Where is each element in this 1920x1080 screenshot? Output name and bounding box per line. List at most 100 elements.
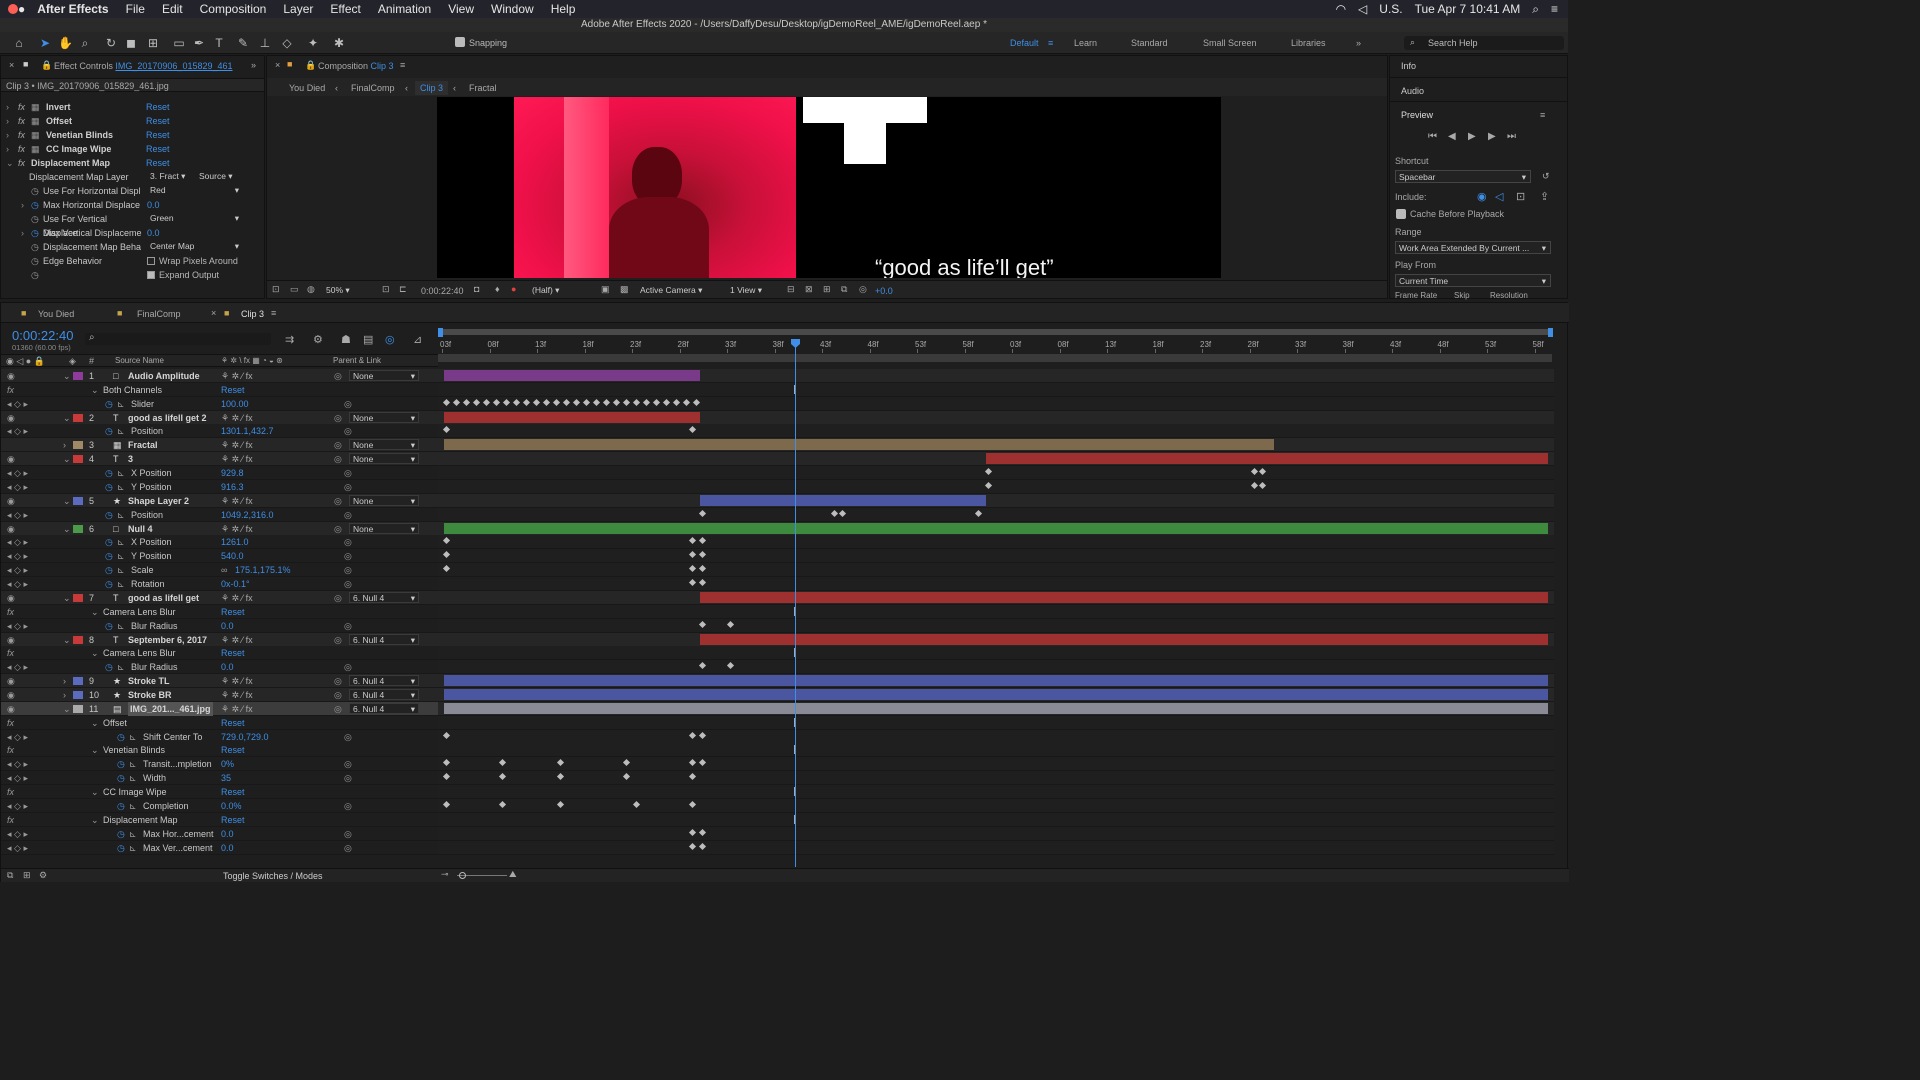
comp-mini-flowchart-icon[interactable]: ⇉ bbox=[285, 333, 294, 346]
property-value[interactable]: 540.0 bbox=[221, 549, 244, 563]
property-row[interactable]: ◂ ◇ ▸ ◷ ⊾ Width 35 ◎ bbox=[1, 771, 438, 786]
keyframe[interactable] bbox=[698, 828, 707, 836]
keyframe[interactable] bbox=[698, 537, 707, 545]
layer-duration-bar[interactable] bbox=[986, 453, 1548, 465]
snapping-checkbox[interactable] bbox=[455, 37, 465, 47]
graph-icon[interactable]: ⊾ bbox=[117, 397, 125, 411]
pickwhip-icon[interactable]: ◎ bbox=[334, 452, 342, 466]
stopwatch-icon[interactable]: ◷ bbox=[105, 535, 113, 549]
time-ruler[interactable]: 03f 08f 13f 18f 23f 28f 33f 38f 43f 48f 53f 58f 03f 0… bbox=[438, 327, 1555, 367]
expression-pickwhip-icon[interactable]: ◎ bbox=[344, 660, 352, 674]
pickwhip-icon[interactable]: ◎ bbox=[334, 702, 342, 716]
property-row[interactable]: ◂ ◇ ▸ ◷ ⊾ Slider 100.00 ◎ bbox=[1, 396, 438, 411]
graph-icon[interactable]: ⊾ bbox=[117, 466, 125, 480]
keyframe[interactable] bbox=[688, 800, 697, 809]
in-out-icon[interactable]: ⚙ bbox=[39, 870, 47, 881]
keyframe[interactable] bbox=[698, 551, 707, 559]
rotate-tool-icon[interactable]: ↻ bbox=[104, 36, 118, 50]
parent-select[interactable]: None ▾ bbox=[349, 370, 419, 381]
graph-icon[interactable]: ⊾ bbox=[129, 841, 137, 855]
search-help-field[interactable]: ⌕ Search Help bbox=[1404, 36, 1564, 50]
graph-icon[interactable]: ⊾ bbox=[129, 827, 137, 841]
visibility-eye-icon[interactable]: ◉ bbox=[7, 674, 15, 688]
collapse-arrow-icon[interactable]: ⌄ bbox=[91, 743, 99, 757]
keyframe[interactable] bbox=[442, 565, 451, 573]
layer-row[interactable]: ◉ ⌄ 8 T September 6, 2017 ⚘ ✲ ⁄ fx ◎ 6. Null 4 ▾ bbox=[1, 632, 438, 647]
stopwatch-icon[interactable]: ◷ bbox=[105, 508, 113, 522]
timeline-track[interactable] bbox=[438, 549, 1554, 564]
fx-icon[interactable]: fx bbox=[7, 716, 14, 730]
draft-3d-icon[interactable]: ⚙ bbox=[313, 333, 323, 346]
checkbox[interactable] bbox=[147, 257, 155, 265]
next-frame-icon[interactable]: ▶ bbox=[1488, 131, 1496, 142]
property-value[interactable]: 0.0% bbox=[221, 799, 242, 813]
collapse-arrow-icon[interactable]: ⌄ bbox=[63, 369, 71, 383]
collapse-arrow-icon[interactable]: ⌄ bbox=[63, 633, 71, 647]
app-menu[interactable]: After Effects bbox=[37, 2, 108, 16]
stopwatch-icon[interactable]: ◷ bbox=[117, 827, 125, 841]
fx-icon[interactable]: fx bbox=[7, 605, 14, 619]
parent-select[interactable]: None ▾ bbox=[349, 439, 419, 451]
effect-group-row[interactable]: fx ⌄ Venetian Blinds Reset bbox=[1, 743, 438, 758]
wifi-icon[interactable]: ◠ bbox=[1336, 2, 1346, 16]
keyframe[interactable] bbox=[532, 398, 541, 406]
more-workspaces-icon[interactable]: » bbox=[1356, 38, 1361, 48]
keyframe[interactable] bbox=[698, 620, 707, 628]
layer-duration-bar[interactable] bbox=[444, 689, 1548, 700]
color-channel-icon[interactable]: ● bbox=[511, 284, 516, 294]
fx-toggle-icon[interactable]: fx bbox=[18, 100, 25, 114]
apple-icon[interactable]: ● bbox=[18, 2, 25, 16]
collapse-arrow-icon[interactable]: ⌄ bbox=[63, 702, 71, 716]
zoom-slider-thumb[interactable] bbox=[459, 872, 466, 879]
keyframe[interactable] bbox=[652, 398, 661, 406]
layer-name[interactable]: Stroke TL bbox=[128, 674, 170, 688]
menu-composition[interactable]: Composition bbox=[200, 2, 267, 16]
expand-arrow-icon[interactable]: › bbox=[6, 114, 9, 128]
panel-overflow-icon[interactable]: » bbox=[251, 60, 256, 70]
expand-arrow-icon[interactable]: › bbox=[21, 198, 24, 212]
timeline-track[interactable] bbox=[438, 577, 1554, 592]
toggle-pixel-aspect-icon[interactable]: ⊟ bbox=[787, 284, 795, 295]
property-row[interactable]: ◂ ◇ ▸ ◷ ⊾ X Position 929.8 ◎ bbox=[1, 466, 438, 481]
close-panel-icon[interactable]: × bbox=[9, 60, 14, 70]
keyframe[interactable] bbox=[452, 398, 461, 406]
layer-row[interactable]: ◉ ⌄ 6 □ Null 4 ⚘ ✲ ⁄ fx ◎ None ▾ bbox=[1, 521, 438, 536]
label-color-swatch[interactable] bbox=[73, 455, 83, 464]
effect-property-value[interactable]: 0.0 bbox=[147, 226, 160, 240]
previous-frame-icon[interactable]: ◀ bbox=[1448, 131, 1456, 142]
stopwatch-icon[interactable]: ◷ bbox=[105, 619, 113, 633]
timeline-track[interactable] bbox=[438, 840, 1554, 855]
displacement-layer-select[interactable]: 3. Fract ▾ bbox=[147, 171, 193, 182]
keyframe[interactable] bbox=[1258, 468, 1267, 476]
expand-arrow-icon[interactable]: › bbox=[6, 100, 9, 114]
stopwatch-icon[interactable]: ◷ bbox=[31, 226, 39, 240]
stopwatch-icon[interactable]: ◷ bbox=[117, 730, 125, 744]
property-value[interactable]: 916.3 bbox=[221, 480, 244, 494]
timeline-track[interactable] bbox=[438, 535, 1554, 550]
safe-area-icon[interactable]: ⊏ bbox=[399, 284, 407, 295]
label-color-swatch[interactable] bbox=[73, 441, 83, 450]
selection-tool-icon[interactable]: ➤ bbox=[38, 36, 52, 50]
keyframe[interactable] bbox=[442, 426, 451, 434]
property-row[interactable]: ◂ ◇ ▸ ◷ ⊾ Position 1049.2,316.0 ◎ bbox=[1, 507, 438, 522]
keyframe[interactable] bbox=[688, 731, 697, 739]
effect-reset-link[interactable]: Reset bbox=[221, 743, 245, 757]
lock-icon[interactable]: 🔒 bbox=[305, 60, 316, 71]
keyframe[interactable] bbox=[556, 773, 565, 781]
close-panel-icon[interactable]: × bbox=[275, 60, 280, 70]
stopwatch-icon[interactable]: ◷ bbox=[105, 563, 113, 577]
keyframe[interactable] bbox=[1250, 468, 1259, 476]
keyframe-navigator-icons[interactable]: ◂ ◇ ▸ bbox=[7, 827, 28, 841]
pickwhip-icon[interactable]: ◎ bbox=[334, 369, 342, 383]
expression-pickwhip-icon[interactable]: ◎ bbox=[344, 549, 352, 563]
keyframe-navigator-icons[interactable]: ◂ ◇ ▸ bbox=[7, 660, 28, 674]
composition-tab[interactable]: Composition Clip 3 bbox=[318, 61, 394, 71]
label-color-swatch[interactable] bbox=[73, 524, 83, 533]
layer-row[interactable]: ◉ ⌄ 4 T 3 ⚘ ✲ ⁄ fx ◎ None ▾ bbox=[1, 452, 438, 467]
info-panel-tab[interactable]: Info bbox=[1401, 61, 1416, 71]
layer-row[interactable]: ◉ ⌄ 1 □ Audio Amplitude ⚘ ✲ ⁄ fx ◎ None ▾ bbox=[1, 369, 438, 383]
label-color-swatch[interactable] bbox=[73, 413, 83, 422]
keyframe[interactable] bbox=[482, 398, 491, 406]
keyframe[interactable] bbox=[572, 398, 581, 406]
effect-row[interactable]: › fx ▦ CC Image Wipe Reset bbox=[1, 142, 265, 156]
